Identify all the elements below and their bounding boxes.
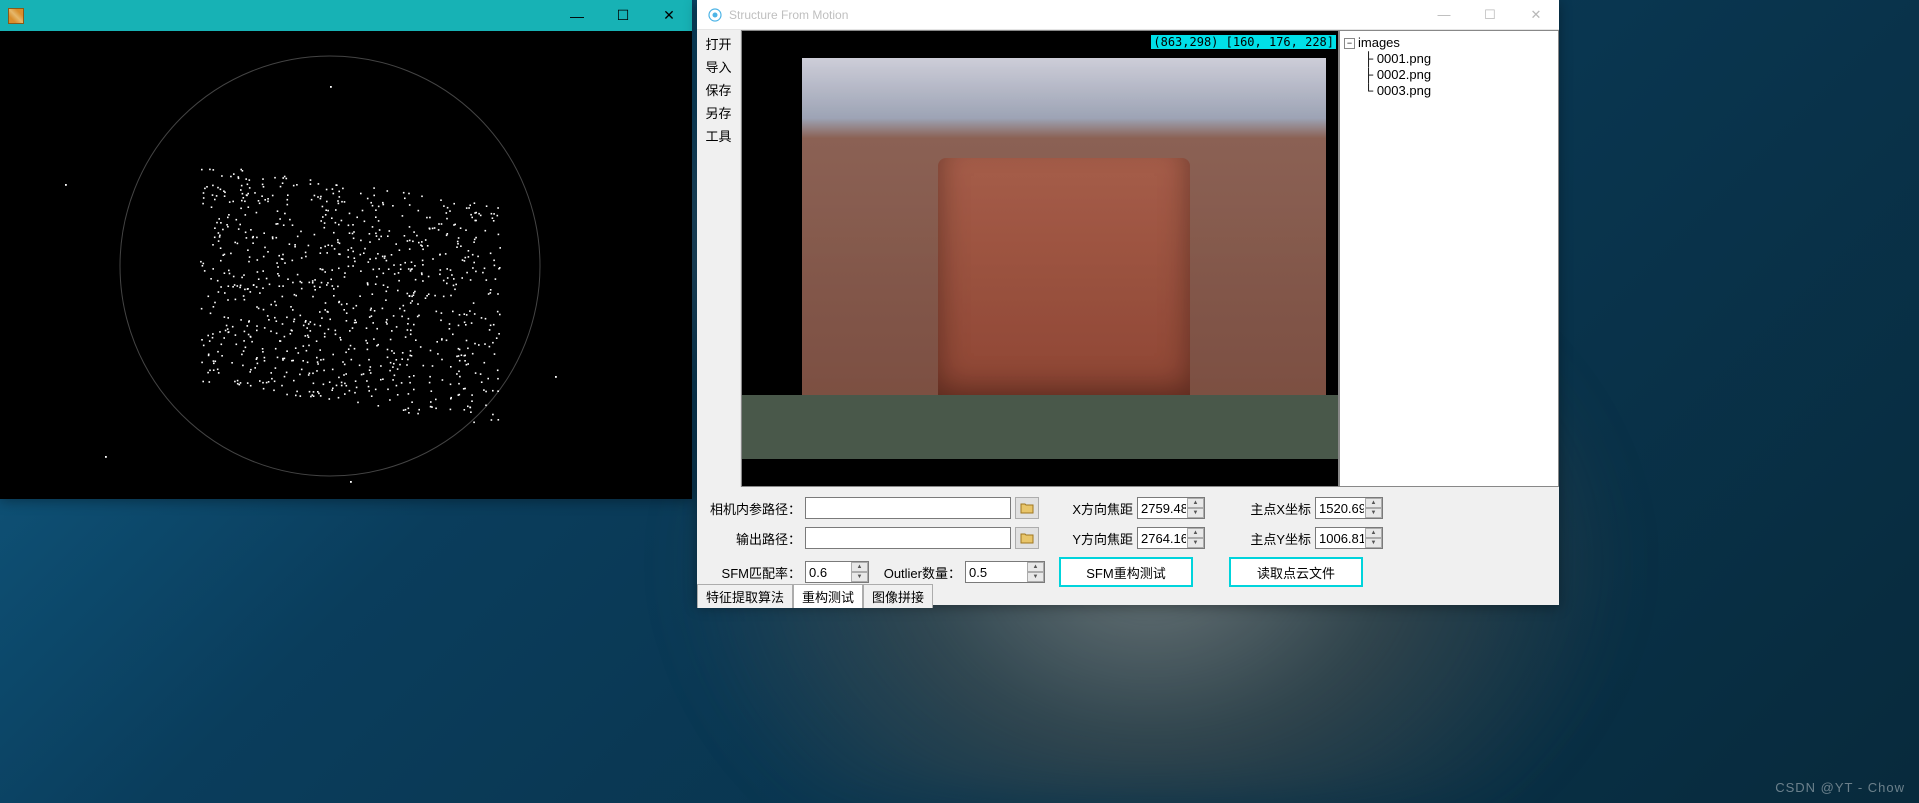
bottom-tabs: 特征提取算法 重构测试 图像拼接: [697, 584, 933, 608]
point-cloud-viewer[interactable]: [0, 31, 692, 499]
window-title: Structure From Motion: [729, 8, 1421, 22]
coord-badge: (863,298) [160, 176, 228]: [1151, 35, 1336, 49]
spinner[interactable]: ▲▼: [1187, 528, 1204, 548]
folder-icon: [1020, 532, 1034, 544]
maximize-button[interactable]: ☐: [600, 0, 646, 31]
menu-import[interactable]: 导入: [697, 55, 740, 78]
principal-x-label: 主点X坐标: [1235, 499, 1315, 518]
titlebar[interactable]: — ☐ ✕: [0, 0, 692, 31]
spinner[interactable]: ▲▼: [851, 562, 868, 582]
image-ground: [742, 395, 1338, 459]
side-menu: 打开 导入 保存 另存 工具: [697, 30, 741, 487]
focal-x-label: X方向焦距: [1057, 499, 1137, 518]
tree-item[interactable]: └ 0003.png: [1344, 83, 1554, 99]
output-path-label: 输出路径：: [705, 529, 805, 548]
spinner[interactable]: ▲▼: [1365, 528, 1382, 548]
tab-rebuild-test[interactable]: 重构测试: [793, 584, 863, 608]
maximize-button[interactable]: ☐: [1467, 0, 1513, 30]
tab-image-stitch[interactable]: 图像拼接: [863, 584, 933, 608]
principal-y-label: 主点Y坐标: [1235, 529, 1315, 548]
menu-save[interactable]: 保存: [697, 78, 740, 101]
sfm-match-label: SFM匹配率：: [705, 563, 805, 582]
tree-item[interactable]: ├ 0001.png: [1344, 51, 1554, 67]
camera-path-input[interactable]: [805, 497, 1011, 519]
point-cloud-window: — ☐ ✕: [0, 0, 692, 499]
output-path-browse[interactable]: [1015, 527, 1039, 549]
minimize-button[interactable]: —: [1421, 0, 1467, 30]
tree-root[interactable]: −images: [1344, 35, 1554, 51]
focal-y-label: Y方向焦距: [1057, 529, 1137, 548]
sfm-window: Structure From Motion — ☐ ✕ 打开 导入 保存 另存 …: [697, 0, 1559, 605]
load-pointcloud-button[interactable]: 读取点云文件: [1229, 557, 1363, 587]
close-button[interactable]: ✕: [646, 0, 692, 31]
titlebar[interactable]: Structure From Motion — ☐ ✕: [697, 0, 1559, 30]
camera-path-browse[interactable]: [1015, 497, 1039, 519]
minimize-button[interactable]: —: [554, 0, 600, 31]
output-path-input[interactable]: [805, 527, 1011, 549]
sfm-rebuild-button[interactable]: SFM重构测试: [1059, 557, 1193, 587]
point-cloud-canvas: [0, 31, 692, 499]
tree-toggle-icon[interactable]: −: [1344, 38, 1355, 49]
spinner[interactable]: ▲▼: [1187, 498, 1204, 518]
app-icon: [707, 7, 723, 23]
watermark: CSDN @YT - Chow: [1775, 780, 1905, 795]
camera-path-label: 相机内参路径：: [705, 499, 805, 518]
spinner[interactable]: ▲▼: [1365, 498, 1382, 518]
tree-item[interactable]: ├ 0002.png: [1344, 67, 1554, 83]
outlier-label: Outlier数量：: [869, 563, 965, 582]
close-button[interactable]: ✕: [1513, 0, 1559, 30]
file-tree[interactable]: −images ├ 0001.png ├ 0002.png └ 0003.png: [1339, 30, 1559, 487]
spinner[interactable]: ▲▼: [1027, 562, 1044, 582]
menu-saveas[interactable]: 另存: [697, 101, 740, 124]
image-viewer[interactable]: (863,298) [160, 176, 228]: [741, 30, 1339, 487]
app-icon: [8, 8, 24, 24]
tab-feature-extract[interactable]: 特征提取算法: [697, 584, 793, 608]
folder-icon: [1020, 502, 1034, 514]
menu-open[interactable]: 打开: [697, 32, 740, 55]
menu-tools[interactable]: 工具: [697, 124, 740, 147]
